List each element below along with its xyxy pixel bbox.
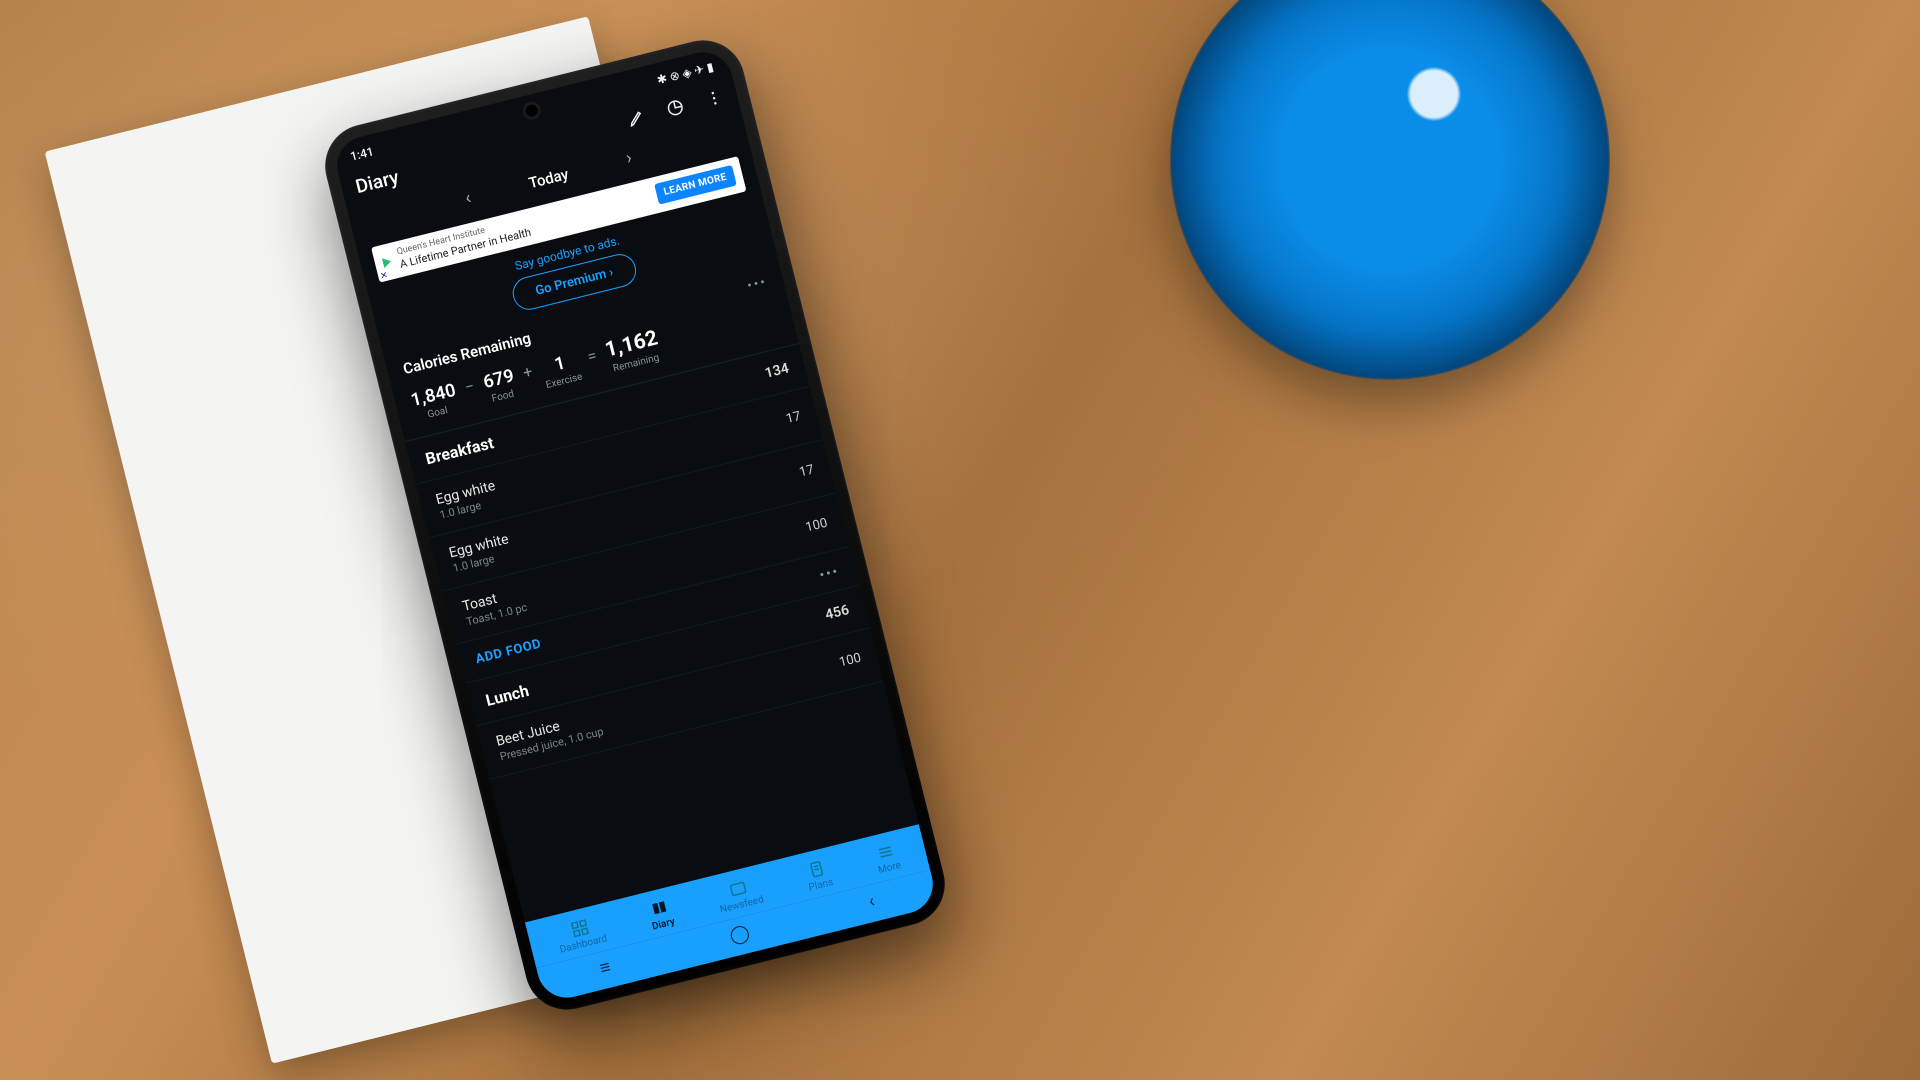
water-glass-prop [1170,0,1610,380]
calories-menu-icon[interactable]: ••• [746,274,769,294]
nav-plans[interactable]: Plans [803,857,835,893]
meal-name: Lunch [484,681,531,710]
edit-icon[interactable] [625,106,647,128]
sysnav-home-icon[interactable]: ◯ [727,922,752,947]
meal-name: Breakfast [424,433,496,468]
date-next-button[interactable]: › [613,141,645,175]
appbar-title: Diary [353,165,401,198]
meal-menu-icon[interactable]: ••• [818,564,841,583]
meal-total: 134 [764,361,791,382]
statusbar-time: 1:41 [349,144,375,163]
date-label[interactable]: Today [527,164,571,191]
food-cal: 17 [798,463,816,481]
ad-close-icon[interactable]: ✕ [379,271,389,283]
date-prev-button[interactable]: ‹ [452,181,484,215]
cal-goal-label: Goal [426,405,448,421]
cal-exercise-value: 1 [552,352,567,375]
add-food-label: ADD FOOD [474,636,543,667]
nav-more[interactable]: More [872,841,902,877]
sysnav-back-icon[interactable]: ‹ [867,891,877,913]
equals-icon: = [585,346,602,380]
meal-total: 456 [824,602,851,623]
food-cal: 17 [785,409,803,427]
nav-dashboard[interactable]: Dashboard [554,914,608,956]
chart-pie-icon[interactable] [664,96,686,118]
sysnav-recents-icon[interactable]: ≡ [598,956,613,979]
cal-goal-value: 1,840 [409,380,458,411]
food-cal: 100 [804,516,829,536]
more-vert-icon[interactable] [703,87,725,109]
food-cal: 100 [838,651,863,671]
plus-icon: + [521,362,538,396]
nav-diary[interactable]: Diary [646,897,676,933]
nav-newsfeed[interactable]: Newsfeed [714,875,765,916]
minus-icon: − [463,376,480,410]
cal-exercise-label: Exercise [545,371,584,391]
promo-cta-label: Go Premium › [534,265,615,299]
ad-play-icon [382,256,392,268]
